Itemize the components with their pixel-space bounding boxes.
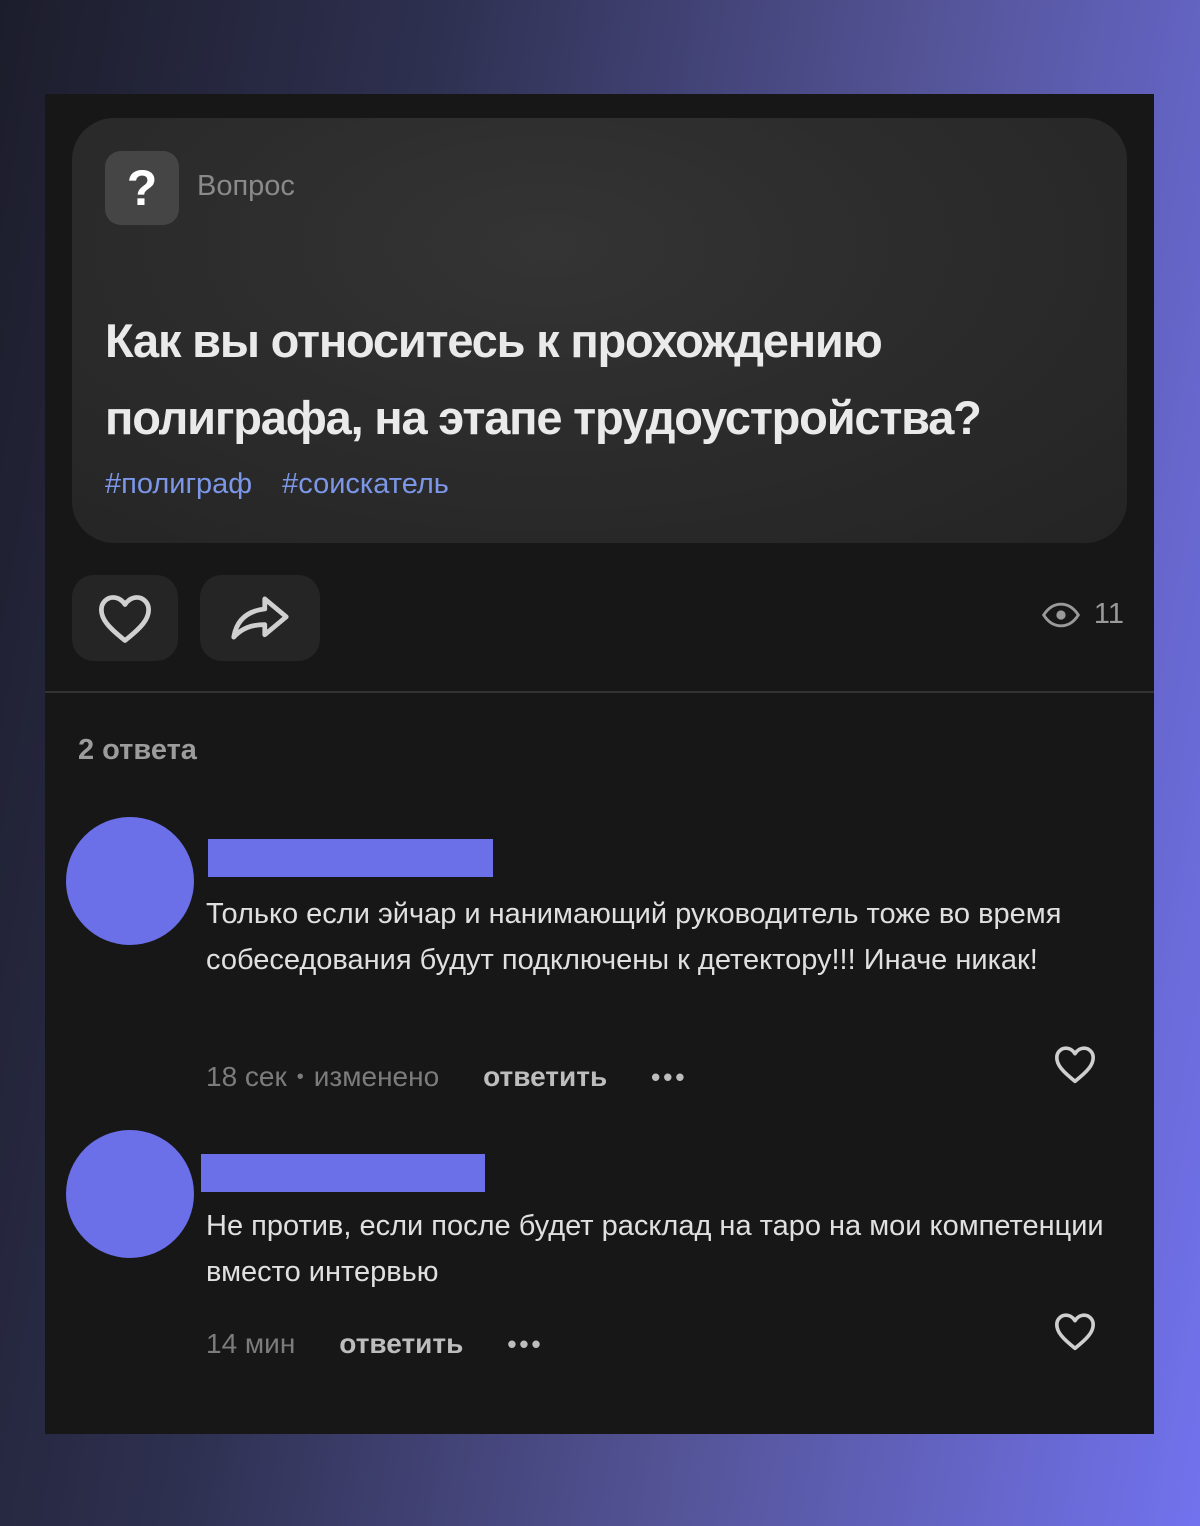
more-options-button[interactable]: •••	[507, 1329, 543, 1360]
answer-text: Не против, если после будет расклад на т…	[206, 1210, 1104, 1288]
divider	[45, 691, 1154, 693]
tag-link[interactable]: #соискатель	[282, 468, 449, 501]
author-name-redacted[interactable]	[201, 1154, 485, 1192]
tag-link[interactable]: #полиграф	[105, 468, 252, 501]
like-button[interactable]	[72, 575, 178, 661]
share-button[interactable]	[200, 575, 320, 661]
like-answer-icon[interactable]	[1053, 1311, 1097, 1351]
eye-icon	[1041, 602, 1080, 627]
heart-icon	[99, 595, 151, 643]
views-count: 11	[1093, 598, 1124, 630]
question-icon: ?	[105, 151, 179, 225]
reply-button[interactable]: ответить	[483, 1061, 607, 1093]
meta-separator: •	[296, 1065, 304, 1088]
author-name-redacted[interactable]	[208, 839, 493, 877]
answer-meta: 14 мин ответить •••	[206, 1328, 544, 1360]
avatar[interactable]	[66, 1130, 194, 1258]
post-screen: ? Вопрос Как вы относитесь к прохождению…	[45, 94, 1154, 1434]
question-title: Как вы относитесь к прохождению полиграф…	[105, 314, 982, 444]
answer-time: 18 сек	[206, 1061, 287, 1092]
avatar[interactable]	[66, 817, 194, 945]
answer-text: Только если эйчар и нанимающий руководит…	[206, 898, 1062, 976]
more-options-button[interactable]: •••	[651, 1062, 687, 1093]
question-card: ? Вопрос Как вы относитесь к прохождению…	[72, 118, 1127, 543]
answers-count: 2 ответа	[78, 734, 197, 766]
answer-meta: 18 сек • изменено ответить •••	[206, 1061, 687, 1093]
answer-time: 14 мин	[206, 1328, 296, 1359]
share-arrow-icon	[231, 596, 289, 640]
like-answer-icon[interactable]	[1053, 1044, 1097, 1084]
edited-label: изменено	[313, 1061, 440, 1092]
views-counter: 11	[1040, 598, 1124, 631]
question-type-label: Вопрос	[197, 170, 295, 202]
tag-list: #полиграф #соискатель	[105, 468, 449, 501]
reply-button[interactable]: ответить	[339, 1328, 463, 1360]
